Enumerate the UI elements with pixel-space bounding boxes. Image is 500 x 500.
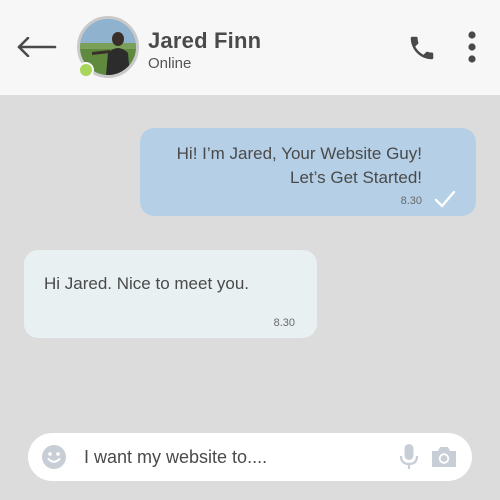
message-text: Hi! I’m Jared, Your Website Guy! Let’s G… xyxy=(142,142,422,190)
camera-icon xyxy=(432,447,456,467)
contact-status: Online xyxy=(148,55,192,72)
more-vertical-icon xyxy=(468,31,476,63)
back-arrow-icon xyxy=(17,37,57,57)
call-button[interactable] xyxy=(405,32,439,64)
back-button[interactable] xyxy=(16,31,58,63)
contact-name: Jared Finn xyxy=(148,28,262,53)
message-text: Hi Jared. Nice to meet you. xyxy=(44,274,250,293)
online-status-indicator xyxy=(78,62,94,78)
message-input[interactable] xyxy=(84,443,384,471)
more-options-button[interactable] xyxy=(460,30,484,64)
message-timestamp: 8.30 xyxy=(273,317,295,329)
message-timestamp: 8.30 xyxy=(400,195,422,207)
chat-header: Jared Finn Online xyxy=(0,0,500,95)
emoji-icon xyxy=(42,445,66,469)
message-line: Hi! I’m Jared, Your Website Guy! xyxy=(176,144,422,163)
contact-avatar-wrapper[interactable] xyxy=(77,16,139,78)
microphone-button[interactable] xyxy=(398,443,420,471)
emoji-button[interactable] xyxy=(41,444,67,470)
message-composer xyxy=(28,433,472,481)
message-line: Let’s Get Started! xyxy=(290,168,422,187)
outgoing-message-bubble[interactable]: Hi! I’m Jared, Your Website Guy! Let’s G… xyxy=(140,128,476,216)
read-check-icon xyxy=(434,190,456,208)
camera-button[interactable] xyxy=(430,445,458,469)
phone-icon xyxy=(410,36,434,60)
incoming-message-bubble[interactable]: Hi Jared. Nice to meet you. 8.30 xyxy=(24,250,317,338)
microphone-icon xyxy=(399,444,419,469)
